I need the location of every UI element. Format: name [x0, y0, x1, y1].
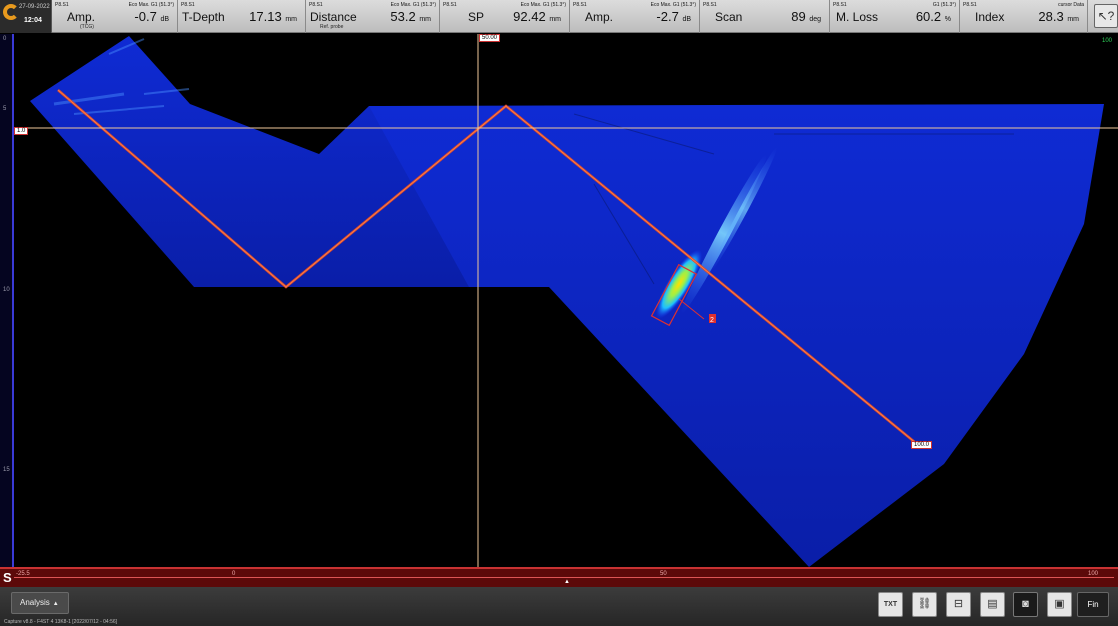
- readout-gate: cursor Data: [1058, 2, 1084, 8]
- readout-sp[interactable]: P8.S1 Eco Max. G1 (51.3°) SP 92.42 mm: [440, 0, 570, 33]
- scan-axis-label: S: [3, 570, 12, 585]
- cursor-help-icon: ↖?: [1097, 9, 1115, 23]
- scan-axis-line: [14, 577, 1114, 578]
- cursor-help-button[interactable]: ↖?: [1094, 4, 1118, 28]
- sector-scan-view[interactable]: 2 100 50.00 1.0 100.0: [14, 34, 1118, 567]
- fin-button[interactable]: Fin: [1077, 592, 1109, 617]
- readout-value: 89 deg: [791, 9, 821, 24]
- readout-source: P8.S1: [833, 2, 847, 8]
- fin-label: Fin: [1087, 600, 1099, 609]
- readout-source: P8.S1: [573, 2, 587, 8]
- defect-marker-label: 2: [710, 317, 714, 324]
- readout-index[interactable]: P8.S1 cursor Data Index 28.3 mm: [960, 0, 1088, 33]
- measurement-toolbar: 27-09-2022 12:04 P8.S1 Eco Max. G1 (51.3…: [0, 0, 1118, 33]
- readout-gate: Eco Max. G1 (51.3°): [128, 2, 174, 8]
- readout-value: 60.2 %: [915, 9, 951, 24]
- analysis-label: Analysis: [20, 598, 50, 607]
- readout-gate: Eco Max. G1 (51.3°): [520, 2, 566, 8]
- time-label: 12:04: [24, 17, 42, 24]
- scan-image: 2 100: [14, 34, 1118, 567]
- readout-label: Index: [975, 10, 1005, 24]
- layout-button[interactable]: ⊟: [946, 592, 971, 617]
- readout-gate: G1 (51.3°): [932, 2, 956, 8]
- readout-label: M. Loss: [836, 10, 879, 24]
- readout-gate: Eco Max. G1 (51.3°): [390, 2, 436, 8]
- save-button[interactable]: ▣: [1047, 592, 1072, 617]
- vertical-cursor-tag[interactable]: 50.00: [479, 34, 501, 42]
- readout-label: Scan: [715, 10, 743, 24]
- bottom-toolbar: Analysis ▲ Capture v8.8 - F4ST 4 13K8-1 […: [0, 587, 1118, 626]
- report-button[interactable]: ▤: [980, 592, 1005, 617]
- readout-t-depth[interactable]: P8.S1 T-Depth 17.13 mm: [178, 0, 306, 33]
- txt-export-button[interactable]: TXT: [878, 592, 903, 617]
- save-icon: ▣: [1054, 598, 1065, 610]
- depth-tick-label: 5: [3, 106, 7, 112]
- link-icon: ⛓: [917, 598, 932, 610]
- readout-value: 53.2 mm: [390, 9, 431, 24]
- readout-source: P8.S1: [963, 2, 977, 8]
- readout-distance[interactable]: P8.S1 Eco Max. G1 (51.3°) Distance Ref. …: [306, 0, 440, 33]
- logo-icon: [3, 4, 19, 20]
- ui-scan-app: 27-09-2022 12:04 P8.S1 Eco Max. G1 (51.3…: [0, 0, 1118, 626]
- readout-label: Amp.: [585, 10, 614, 24]
- readout-label: SP: [468, 10, 485, 24]
- readout-source: P8.S1: [703, 2, 717, 8]
- layout-icon: ⊟: [953, 598, 964, 610]
- readout-gate: Eco Max. G1 (51.3°): [650, 2, 696, 8]
- scan-position-marker[interactable]: ▲: [564, 579, 570, 585]
- scan-tick-label: 0: [232, 571, 236, 577]
- depth-ruler[interactable]: 0 5 10 15: [0, 34, 14, 567]
- logo: 27-09-2022 12:04: [0, 0, 52, 33]
- scan-tick-label: 100: [1088, 571, 1099, 577]
- analysis-dropdown[interactable]: Analysis ▲: [11, 592, 69, 614]
- readout-value: 92.42 mm: [513, 9, 561, 24]
- readout-source: P8.S1: [309, 2, 323, 8]
- scan-region-right: [369, 104, 1104, 567]
- corner-label: 100: [1102, 38, 1113, 44]
- readout-value: -2.7 dB: [656, 9, 691, 24]
- depth-tick-label: 15: [3, 467, 10, 473]
- readout-label: Amp.: [67, 10, 96, 24]
- clipboard-icon: ▤: [987, 598, 998, 610]
- readout-sublabel: Ref. probe: [320, 24, 344, 30]
- readout-scan[interactable]: P8.S1 Scan 89 deg: [700, 0, 830, 33]
- scan-axis-ruler[interactable]: S -25.5 0 50 100 ▲: [0, 567, 1118, 587]
- txt-icon: TXT: [883, 601, 898, 608]
- status-text: Capture v8.8 - F4ST 4 13K8-1 [2022/07/12…: [4, 619, 118, 625]
- readout-value: -0.7 dB: [134, 9, 169, 24]
- readout-value: 17.13 mm: [249, 9, 297, 24]
- depth-tick-label: 0: [3, 36, 7, 42]
- readout-sublabel: (TCG): [80, 24, 94, 30]
- readout-amp-tcg[interactable]: P8.S1 Eco Max. G1 (51.3°) Amp. (TCG) -0.…: [52, 0, 178, 33]
- readout-value: 28.3 mm: [1038, 9, 1079, 24]
- scan-tick-label: -25.5: [16, 571, 30, 577]
- readout-source: P8.S1: [55, 2, 69, 8]
- horizontal-cursor-tag[interactable]: 1.0: [14, 127, 29, 135]
- link-button[interactable]: ⛓: [912, 592, 937, 617]
- readout-label: T-Depth: [182, 10, 225, 24]
- readout-amp[interactable]: P8.S1 Eco Max. G1 (51.3°) Amp. -2.7 dB: [570, 0, 700, 33]
- beam-end-tag: 100.0: [911, 441, 933, 449]
- camera-icon: ◙: [1022, 598, 1029, 610]
- scan-tick-label: 50: [660, 571, 667, 577]
- readout-source: P8.S1: [181, 2, 195, 8]
- readout-m-loss[interactable]: P8.S1 G1 (51.3°) M. Loss 60.2 %: [830, 0, 960, 33]
- readout-label: Distance: [310, 10, 357, 24]
- date-label: 27-09-2022: [19, 4, 50, 10]
- camera-button[interactable]: ◙: [1013, 592, 1038, 617]
- readout-source: P8.S1: [443, 2, 457, 8]
- chevron-down-icon: ▲: [52, 601, 59, 607]
- depth-tick-label: 10: [3, 287, 10, 293]
